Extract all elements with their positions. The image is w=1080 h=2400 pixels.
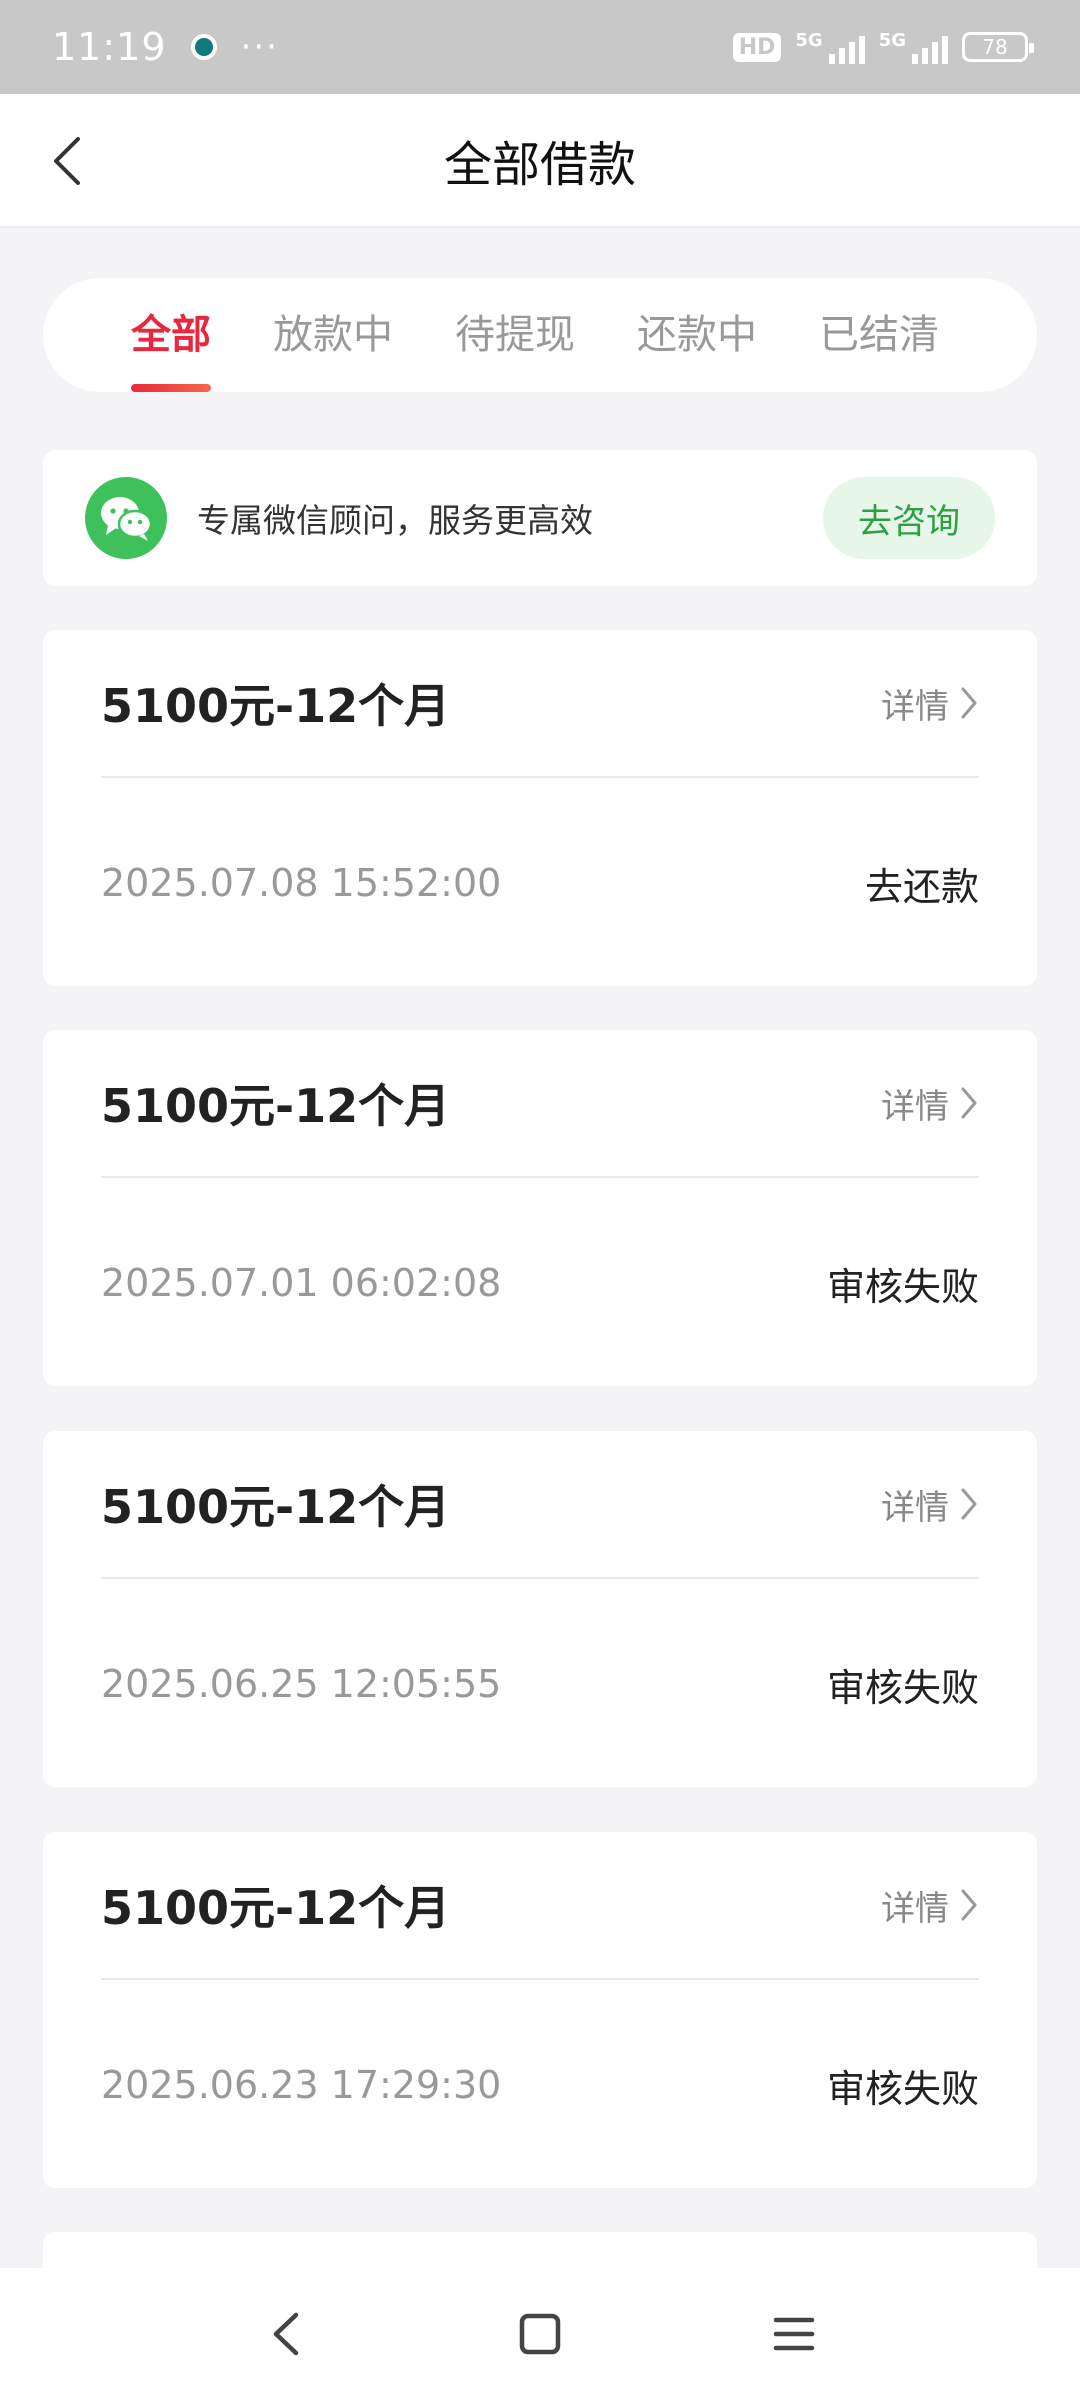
network-type-label-2: 5G (878, 30, 906, 51)
loan-amount: 5100元-12个月 (101, 1480, 451, 1534)
loan-status: 审核失败 (826, 2066, 979, 2111)
wechat-banner-text: 专属微信顾问，服务更高效 (197, 501, 593, 540)
loan-card-footer: 2025.07.01 06:02:08 审核失败 (101, 1180, 979, 1386)
detail-label: 详情 (881, 686, 949, 727)
loan-amount: 5100元-12个月 (101, 679, 451, 733)
loan-date: 2025.06.23 17:29:30 (101, 2063, 502, 2107)
repay-button[interactable]: 去还款 (865, 856, 979, 911)
tab-repaying[interactable]: 还款中 (637, 278, 757, 392)
hd-icon: HD (732, 32, 782, 62)
tab-settled[interactable]: 已结清 (819, 278, 939, 392)
loan-card-header: 5100元-12个月 详情 (101, 1431, 979, 1579)
chevron-right-icon (961, 1087, 977, 1119)
loan-card[interactable]: 5100元-12个月 详情 2025.07.08 15:52:00 去还款 (43, 630, 1037, 986)
tab-pending-withdrawal[interactable]: 待提现 (455, 278, 575, 392)
system-menu-icon[interactable] (762, 2302, 826, 2366)
detail-label: 详情 (881, 1487, 949, 1528)
consult-button[interactable]: 去咨询 (823, 477, 995, 559)
loan-card-footer: 2025.06.25 12:05:55 审核失败 (101, 1581, 979, 1787)
loan-status: 审核失败 (826, 1665, 979, 1710)
status-bar: 11:19 ··· HD 5G 5G 78 (0, 0, 1080, 94)
loan-card[interactable]: 5100元-12个月 详情 2025.06.25 12:05:55 审核失败 (43, 1431, 1037, 1787)
loan-date: 2025.06.25 12:05:55 (101, 1662, 502, 1706)
page-title: 全部借款 (443, 137, 636, 193)
loan-card-footer: 2025.06.23 17:29:30 审核失败 (101, 1982, 979, 2188)
nav-bar: 全部借款 (0, 94, 1080, 228)
loan-date: 2025.07.01 06:02:08 (101, 1261, 502, 1305)
status-indicators: HD 5G 5G 78 (732, 30, 1034, 64)
status-time: 11:19 (52, 25, 167, 69)
detail-label: 详情 (881, 1888, 949, 1929)
chevron-right-icon (961, 1488, 977, 1520)
tab-all[interactable]: 全部 (131, 278, 211, 392)
loan-card[interactable]: 5100元-12个月 详情 2025.07.01 06:02:08 审核失败 (43, 1030, 1037, 1386)
system-back-icon[interactable] (254, 2302, 318, 2366)
loan-status: 审核失败 (826, 1264, 979, 1309)
signal-icon: 5G (795, 30, 865, 64)
system-nav-bar (0, 2268, 1080, 2400)
status-tabs: 全部 放款中 待提现 还款中 已结清 (43, 278, 1037, 392)
loan-card-header: 5100元-12个月 详情 (101, 1832, 979, 1980)
chevron-right-icon (961, 1889, 977, 1921)
detail-link[interactable]: 详情 (881, 1881, 979, 1930)
detail-link[interactable]: 详情 (881, 1079, 979, 1128)
back-icon[interactable] (40, 131, 100, 191)
loan-card-footer: 2025.07.08 15:52:00 去还款 (101, 780, 979, 986)
network-type-label: 5G (795, 30, 823, 51)
chevron-right-icon (961, 687, 977, 719)
battery-level: 78 (982, 35, 1008, 59)
loan-amount: 5100元-12个月 (101, 1079, 451, 1133)
more-notifications-icon: ··· (240, 27, 279, 67)
loan-card-header: 5100元-12个月 详情 (101, 630, 979, 778)
battery-icon: 78 (962, 32, 1034, 62)
detail-link[interactable]: 详情 (881, 1480, 979, 1529)
wechat-icon (85, 477, 167, 559)
detail-link[interactable]: 详情 (881, 679, 979, 728)
loan-card-header: 5100元-12个月 详情 (101, 1030, 979, 1178)
wechat-advisor-banner: 专属微信顾问，服务更高效 去咨询 (43, 450, 1037, 586)
loan-amount: 5100元-12个月 (101, 1881, 451, 1935)
system-home-icon[interactable] (508, 2302, 572, 2366)
signal-icon-2: 5G (879, 30, 948, 64)
loan-date: 2025.07.08 15:52:00 (101, 861, 502, 905)
tab-disbursing[interactable]: 放款中 (273, 278, 393, 392)
app-notification-icon (190, 34, 217, 60)
detail-label: 详情 (881, 1086, 949, 1127)
loan-card[interactable]: 5100元-12个月 详情 2025.06.23 17:29:30 审核失败 (43, 1832, 1037, 2188)
